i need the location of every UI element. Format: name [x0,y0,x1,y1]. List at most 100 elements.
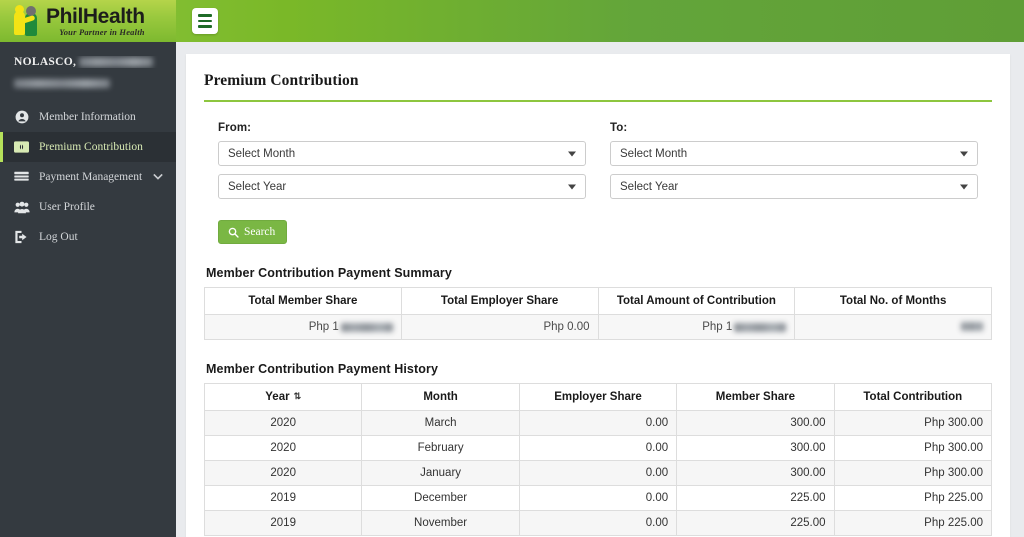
history-col-employer-share: Employer Share [518,383,678,411]
table-row: Php 1 Php 0.00 Php 1 [204,314,992,340]
sidebar-item-log-out[interactable]: Log Out [0,222,176,252]
value-redacted [734,322,787,332]
summary-total-member-share: Php 1 [204,314,402,340]
summary-total-months [794,314,992,340]
search-button-label: Search [244,226,276,238]
sidebar-item-label: Premium Contribution [39,141,143,153]
page-title: Premium Contribution [204,72,359,89]
history-table: Year ⇅ Month Employer Share Member Share … [203,383,993,536]
sidebar-item-label: Log Out [39,231,78,243]
cell-employer-share: 0.00 [518,485,678,511]
table-header-row: Year ⇅ Month Employer Share Member Share … [203,383,993,411]
philhealth-logo-icon [14,5,44,37]
cell-month: December [361,485,520,511]
history-col-year-label: Year [265,391,290,403]
title-divider [204,100,992,102]
summary-table: Total Member Share Total Employer Share … [204,287,992,340]
cell-total: Php 300.00 [833,460,993,486]
chevron-down-icon [960,184,968,189]
users-icon [13,200,30,214]
from-month-select[interactable]: Select Month [218,141,586,166]
sidebar-item-label: Payment Management [39,171,143,183]
to-year-select[interactable]: Select Year [610,174,978,199]
top-bar: PhilHealth Your Partner in Health [0,0,1024,42]
value-redacted [340,322,393,332]
cell-year: 2019 [203,510,363,536]
sidebar-nav: Member Information Premium Contribution [0,102,176,252]
app-root: PhilHealth Your Partner in Health NOLASC… [0,0,1024,537]
user-last-name: NOLASCO, [14,56,77,68]
content-card: Premium Contribution From: Select Month … [186,54,1010,537]
summary-total-employer-share: Php 0.00 [400,314,599,340]
cell-total: Php 300.00 [833,410,993,436]
cell-total: Php 300.00 [833,435,993,461]
search-button[interactable]: Search [218,220,288,244]
cell-year: 2020 [203,410,363,436]
sidebar-item-premium-contribution[interactable]: Premium Contribution [0,132,176,162]
summary-heading: Member Contribution Payment Summary [206,266,452,280]
cell-member-share: 225.00 [676,510,835,536]
user-circle-icon [13,110,30,124]
sidebar-item-member-information[interactable]: Member Information [0,102,176,132]
history-col-month: Month [361,383,520,411]
cell-employer-share: 0.00 [518,410,678,436]
sidebar-item-label: Member Information [39,111,136,123]
table-row: 2019 December 0.00 225.00 Php 225.00 [203,485,993,511]
summary-col-total-months: Total No. of Months [794,287,992,315]
banknote-icon [13,140,30,154]
brand-logo[interactable]: PhilHealth Your Partner in Health [0,0,176,42]
cell-year: 2019 [203,485,363,511]
cell-month: January [361,460,520,486]
sidebar-item-user-profile[interactable]: User Profile [0,192,176,222]
sidebar: NOLASCO, Member Information Premium Cont… [0,42,176,537]
history-col-member-share: Member Share [676,383,835,411]
cell-member-share: 300.00 [676,435,835,461]
cell-total: Php 225.00 [833,485,993,511]
summary-member-share-value: Php 1 [308,321,339,333]
to-filter-group: To: Select Month Select Year [610,122,978,207]
summary-col-total-employer-share: Total Employer Share [400,287,599,315]
summary-total-amount: Php 1 [597,314,796,340]
cell-member-share: 225.00 [676,485,835,511]
from-year-select[interactable]: Select Year [218,174,586,199]
from-label: From: [218,122,252,134]
date-range-filters: From: Select Month Select Year To: Selec… [204,122,992,207]
table-row: 2020 March 0.00 300.00 Php 300.00 [203,410,993,436]
table-row: 2020 January 0.00 300.00 Php 300.00 [203,460,993,486]
chevron-down-icon [568,151,576,156]
search-icon [228,227,239,238]
chevron-down-icon [568,184,576,189]
summary-col-total-amount: Total Amount of Contribution [597,287,796,315]
to-month-value: Select Month [620,147,688,160]
brand-text: PhilHealth Your Partner in Health [46,6,145,37]
summary-total-amount-value: Php 1 [702,321,733,333]
summary-col-total-member-share: Total Member Share [204,287,402,315]
table-header-row: Total Member Share Total Employer Share … [204,287,992,315]
cell-member-share: 300.00 [676,460,835,486]
from-filter-group: From: Select Month Select Year [218,122,586,207]
to-year-value: Select Year [620,180,679,193]
history-heading: Member Contribution Payment History [206,362,438,376]
brand-name: PhilHealth [46,4,145,28]
cell-employer-share: 0.00 [518,460,678,486]
table-row: 2020 February 0.00 300.00 Php 300.00 [203,435,993,461]
cell-year: 2020 [203,460,363,486]
hamburger-menu-icon[interactable] [192,8,218,34]
to-month-select[interactable]: Select Month [610,141,978,166]
sort-updown-icon[interactable]: ⇅ [294,391,302,402]
history-col-total-contribution: Total Contribution [833,383,993,411]
sidebar-item-payment-management[interactable]: Payment Management [0,162,176,192]
history-col-year[interactable]: Year ⇅ [203,383,363,411]
sidebar-user-id [14,75,162,89]
cell-member-share: 300.00 [676,410,835,436]
cell-employer-share: 0.00 [518,510,678,536]
chevron-down-icon[interactable] [153,171,163,183]
logout-icon [13,230,30,244]
brand-tagline: Your Partner in Health [59,26,145,37]
sidebar-user-name: NOLASCO, [14,56,162,68]
user-name-redacted [79,57,154,68]
chevron-down-icon [960,151,968,156]
cell-total: Php 225.00 [833,510,993,536]
to-label: To: [610,122,628,134]
history-table-body: 2020 March 0.00 300.00 Php 300.00 2020 F… [203,410,993,536]
